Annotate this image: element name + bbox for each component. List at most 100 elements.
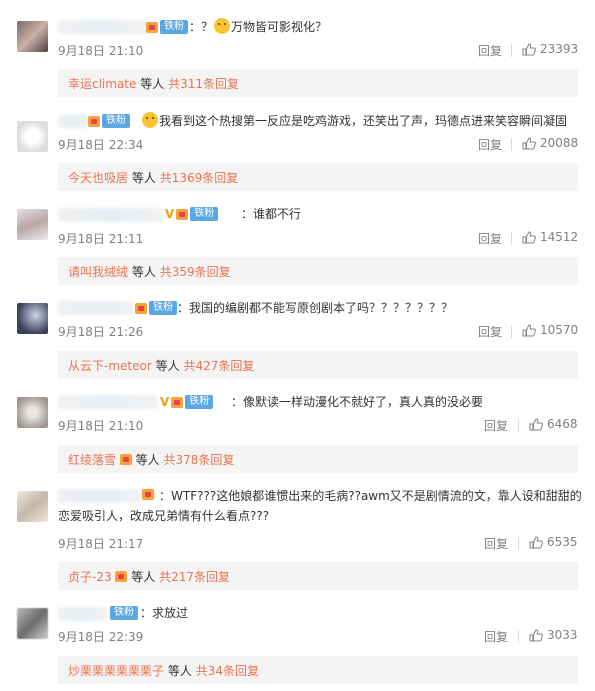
- username-blurred[interactable]: [58, 607, 108, 621]
- sub-reply-count[interactable]: 共1369条回复: [160, 171, 239, 185]
- crown-icon: [135, 302, 147, 314]
- like-button[interactable]: 23393: [522, 42, 578, 56]
- divider: [518, 537, 519, 550]
- sub-reply-user[interactable]: 请叫我绒绒: [68, 265, 128, 279]
- thinking-emoji-icon: [214, 18, 231, 34]
- like-count: 20088: [540, 136, 579, 150]
- sub-reply-count[interactable]: 共311条回复: [168, 77, 239, 91]
- comment-time: 9月18日 21:10: [58, 419, 144, 433]
- like-button[interactable]: 14512: [522, 230, 578, 244]
- comment-feed: 铁粉 ：？ 万物皆可影视化？ 9月18日 21:10 回复 23393 幸运cli…: [0, 0, 595, 691]
- like-button[interactable]: 20088: [522, 136, 578, 150]
- crown-icon: [88, 115, 100, 127]
- comment-text-prefix: ：？: [189, 20, 214, 34]
- sub-reply-bar[interactable]: 贞子-23 等人 共217条回复: [58, 562, 578, 590]
- comment-text-body: ：谁都不行: [241, 207, 302, 221]
- avatar[interactable]: [17, 303, 48, 334]
- comment-text: ：WTF???这他娘都谁惯出来的毛病??awm又不是剧情流的文，靠人设和甜甜的恋…: [58, 486, 583, 526]
- sub-reply-bar[interactable]: 今天也吸居 等人 共1369条回复: [58, 163, 578, 191]
- sub-reply-user[interactable]: 红绫落雪: [68, 453, 116, 467]
- sub-reply-bar[interactable]: 请叫我绒绒 等人 共359条回复: [58, 257, 578, 285]
- thumbs-up-icon: [522, 42, 536, 55]
- reply-button[interactable]: 回复: [478, 323, 502, 340]
- sub-reply-user[interactable]: 炒栗栗栗栗栗栗子: [68, 664, 164, 678]
- comment-time: 9月18日 22:39: [58, 630, 144, 644]
- comment-text-body: ：求放过: [140, 606, 189, 620]
- comment-text: ：求放过: [140, 603, 188, 624]
- fan-badge[interactable]: 铁粉: [102, 114, 130, 128]
- sub-reply-bar[interactable]: 从云下-meteor 等人 共427条回复: [58, 351, 578, 379]
- like-button[interactable]: 6535: [529, 535, 578, 549]
- divider: [518, 419, 519, 432]
- divider: [511, 325, 512, 338]
- sub-reply-user[interactable]: 幸运climate: [68, 77, 136, 91]
- comment-text-body: ：WTF???这他娘都谁惯出来的毛病??awm又不是剧情流的文，靠人设和甜甜的恋…: [58, 489, 582, 523]
- comment-text: ：像默读一样动漫化不就好了，真人真的没必要: [231, 392, 483, 413]
- comment-time: 9月18日 21:26: [58, 325, 144, 339]
- thumbs-up-icon: [529, 628, 543, 641]
- comment-text: ：谁都不行: [241, 204, 301, 225]
- reply-button[interactable]: 回复: [484, 417, 508, 434]
- reply-button[interactable]: 回复: [478, 42, 502, 59]
- reply-button[interactable]: 回复: [478, 230, 502, 247]
- divider: [511, 138, 512, 151]
- sub-reply-mid: 等人: [155, 359, 180, 373]
- username-blurred[interactable]: [58, 395, 158, 409]
- thumbs-up-icon: [522, 136, 536, 149]
- comment-text: 我看到这个热搜第一反应是吃鸡游戏，还笑出了声，玛德点进来笑容瞬间凝固: [141, 111, 567, 132]
- fan-badge[interactable]: 铁粉: [190, 207, 219, 221]
- username-blurred[interactable]: [58, 301, 133, 315]
- username-blurred[interactable]: [58, 208, 163, 222]
- crown-icon: [146, 21, 158, 33]
- sub-reply-user[interactable]: 贞子-23: [68, 570, 112, 584]
- sub-reply-bar[interactable]: 幸运climate 等人 共311条回复: [58, 69, 578, 97]
- comment-text: ：？ 万物皆可影视化？: [189, 17, 327, 38]
- thumbs-up-icon: [522, 230, 536, 243]
- avatar[interactable]: [17, 209, 48, 240]
- like-count: 23393: [540, 42, 579, 56]
- sub-reply-user[interactable]: 从云下-meteor: [68, 359, 152, 373]
- reply-button[interactable]: 回复: [478, 136, 502, 153]
- avatar[interactable]: [17, 121, 48, 152]
- sub-reply-count[interactable]: 共359条回复: [160, 265, 231, 279]
- fan-badge[interactable]: 铁粉: [110, 606, 138, 620]
- sub-reply-bar[interactable]: 炒栗栗栗栗栗栗子 等人 共34条回复: [58, 656, 578, 684]
- sub-reply-count[interactable]: 共427条回复: [183, 359, 254, 373]
- comment-text: ：我国的编剧都不能写原创剧本了吗？？？？？？？: [177, 298, 453, 319]
- sub-reply-bar[interactable]: 红绫落雪 等人 共378条回复: [58, 445, 578, 473]
- sub-reply-count[interactable]: 共378条回复: [164, 453, 235, 467]
- like-count: 6535: [547, 535, 578, 549]
- divider: [511, 44, 512, 57]
- sub-reply-mid: 等人: [167, 664, 192, 678]
- divider: [511, 232, 512, 245]
- sub-reply-count[interactable]: 共217条回复: [159, 570, 230, 584]
- thinking-emoji-icon: [142, 112, 158, 128]
- comment-time: 9月18日 21:11: [58, 232, 144, 246]
- username-blurred[interactable]: [58, 114, 88, 128]
- sub-reply-user[interactable]: 今天也吸居: [68, 171, 128, 185]
- sub-reply-mid: 等人: [131, 265, 156, 279]
- sub-reply-mid: 等人: [131, 171, 156, 185]
- reply-button[interactable]: 回复: [484, 535, 508, 552]
- avatar[interactable]: [17, 608, 48, 639]
- like-button[interactable]: 3033: [529, 628, 578, 642]
- comment-time: 9月18日 21:10: [58, 44, 144, 58]
- fan-badge[interactable]: 铁粉: [160, 20, 188, 34]
- thumbs-up-icon: [529, 535, 543, 548]
- fan-badge[interactable]: 铁粉: [185, 395, 214, 409]
- reply-button[interactable]: 回复: [484, 628, 508, 645]
- like-button[interactable]: 10570: [522, 323, 578, 337]
- like-count: 14512: [540, 230, 579, 244]
- sub-reply-mid: 等人: [135, 453, 160, 467]
- thumbs-up-icon: [529, 417, 543, 430]
- avatar[interactable]: [17, 491, 48, 522]
- sub-reply-mid: 等人: [140, 77, 165, 91]
- avatar[interactable]: [17, 397, 48, 428]
- sub-reply-count[interactable]: 共34条回复: [196, 664, 259, 678]
- username-blurred[interactable]: [58, 20, 148, 34]
- fan-badge[interactable]: 铁粉: [149, 301, 177, 315]
- comment-time: 9月18日 22:34: [58, 138, 144, 152]
- crown-icon: [176, 208, 189, 220]
- like-button[interactable]: 6468: [529, 417, 578, 431]
- avatar[interactable]: [17, 21, 48, 52]
